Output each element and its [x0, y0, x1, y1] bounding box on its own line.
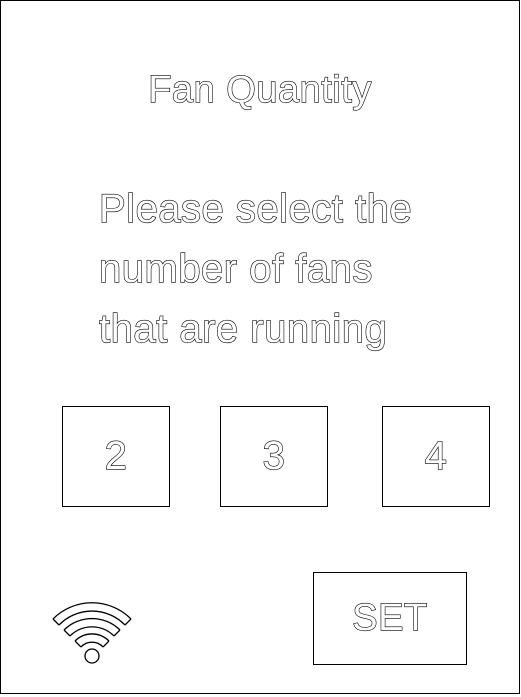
- page-title: Fan Quantity: [148, 68, 372, 111]
- fan-count-2-button[interactable]: 2: [62, 406, 170, 507]
- screen-frame: Fan Quantity Please select the number of…: [0, 0, 520, 694]
- wifi-icon: [52, 602, 132, 664]
- fan-count-2-label: 2: [104, 433, 128, 478]
- instruction-text: Please select the number of fans that ar…: [98, 179, 489, 359]
- fan-count-4-button[interactable]: 4: [382, 406, 490, 507]
- set-button-label: SET: [352, 596, 428, 639]
- instruction-line-2: number of fans: [98, 246, 373, 291]
- instruction-line-3: that are running: [98, 306, 388, 351]
- fan-count-3-button[interactable]: 3: [220, 406, 328, 507]
- set-button[interactable]: SET: [313, 572, 467, 665]
- fan-count-3-label: 3: [262, 433, 286, 478]
- instruction-line-1: Please select the: [98, 186, 413, 231]
- fan-count-4-label: 4: [424, 433, 448, 478]
